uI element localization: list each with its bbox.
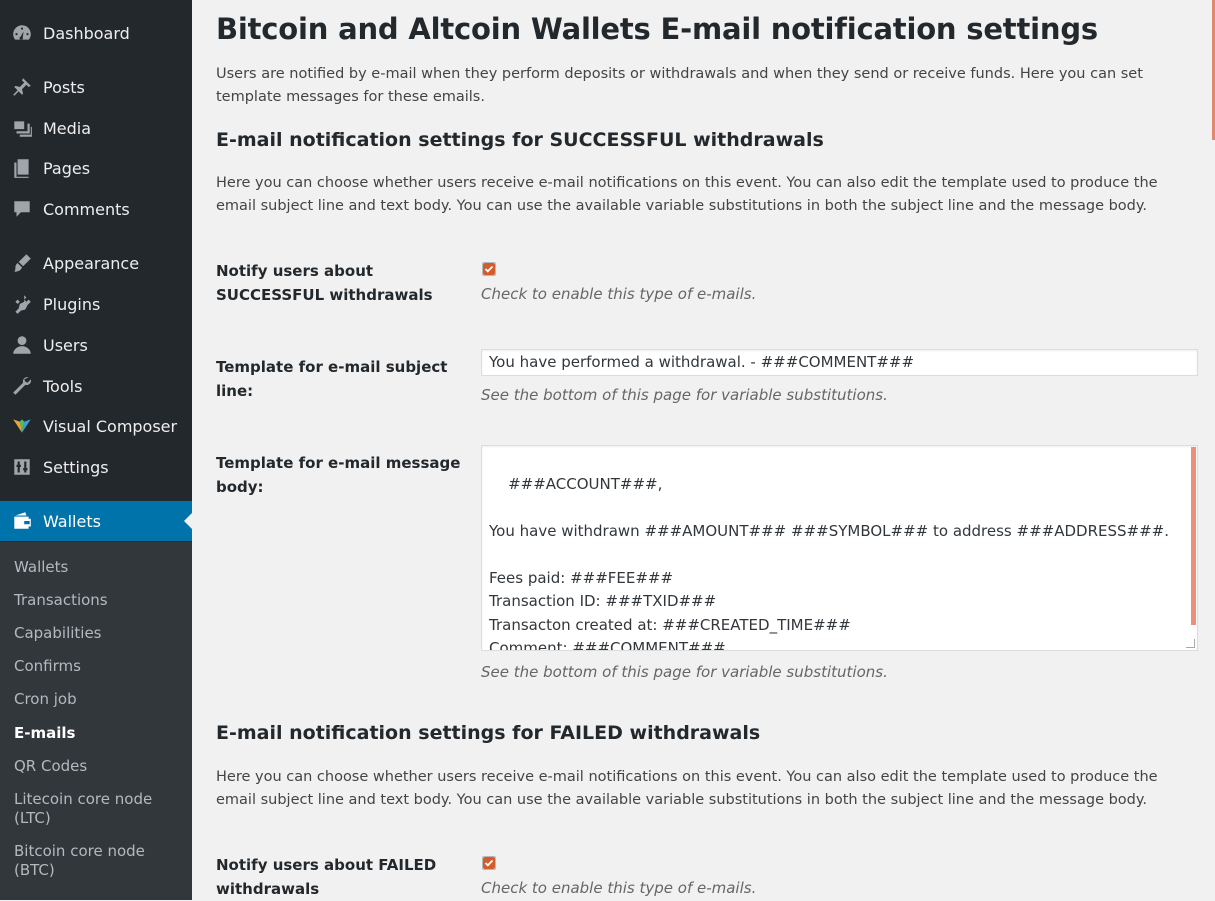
admin-sidebar: Dashboard Posts Media Pages Comments App… (0, 0, 192, 900)
sidebar-item-comments[interactable]: Comments (0, 192, 192, 226)
submenu-item-transactions[interactable]: Transactions (14, 591, 184, 610)
sidebar-item-label: Dashboard (43, 23, 130, 43)
visual-composer-icon (10, 414, 34, 438)
section-title-failed: E-mail notification settings for FAILED … (216, 722, 761, 744)
section-title-successful: E-mail notification settings for SUCCESS… (216, 129, 824, 151)
wallet-icon (10, 509, 34, 533)
notify-successful-description: Check to enable this type of e-mails. (481, 285, 757, 303)
page-title: Bitcoin and Altcoin Wallets E-mail notif… (216, 12, 1098, 46)
subject-template-description: See the bottom of this page for variable… (481, 386, 888, 404)
submenu-item-cron-job[interactable]: Cron job (14, 690, 184, 709)
submenu-item-litecoin-node[interactable]: Litecoin core node (LTC) (14, 790, 164, 828)
submenu-item-capabilities[interactable]: Capabilities (14, 624, 184, 643)
sidebar-item-users[interactable]: Users (0, 328, 192, 362)
user-icon (10, 333, 34, 357)
sidebar-item-label: Pages (43, 158, 91, 178)
sidebar-item-settings[interactable]: Settings (0, 450, 192, 484)
submenu-item-emails[interactable]: E-mails (14, 724, 184, 743)
submenu-item-wallets[interactable]: Wallets (14, 558, 184, 577)
resize-grip-icon[interactable] (1186, 639, 1195, 648)
plug-icon (10, 292, 34, 316)
section-description-successful: Here you can choose whether users receiv… (216, 175, 1158, 214)
textarea-scrollbar[interactable] (1191, 447, 1196, 625)
submenu-item-qr-codes[interactable]: QR Codes (14, 757, 184, 776)
pin-icon (10, 75, 34, 99)
subject-template-label: Template for e-mail subject line: (216, 358, 448, 400)
sidebar-item-label: Posts (43, 77, 85, 97)
media-icon (10, 116, 34, 140)
sidebar-item-label: Settings (43, 457, 109, 477)
sidebar-item-label: Plugins (43, 294, 101, 314)
sidebar-item-pages[interactable]: Pages (0, 151, 192, 185)
notify-successful-checkbox[interactable] (482, 262, 496, 276)
sidebar-item-label: Comments (43, 199, 130, 219)
submenu-item-confirms[interactable]: Confirms (14, 657, 184, 676)
notify-failed-description: Check to enable this type of e-mails. (481, 879, 757, 897)
sidebar-item-appearance[interactable]: Appearance (0, 246, 192, 280)
sidebar-item-label: Tools (43, 376, 83, 396)
active-menu-arrow (184, 513, 192, 529)
sidebar-item-visual-composer[interactable]: Visual Composer (0, 409, 192, 443)
dashboard-icon (10, 21, 34, 45)
sidebar-item-tools[interactable]: Tools (0, 369, 192, 403)
section-description-failed: Here you can choose whether users receiv… (216, 769, 1158, 808)
subject-template-input[interactable]: You have performed a withdrawal. - ###CO… (481, 349, 1198, 376)
sidebar-item-media[interactable]: Media (0, 111, 192, 145)
notify-failed-checkbox[interactable] (482, 856, 496, 870)
sidebar-item-label: Media (43, 118, 92, 138)
sidebar-item-label: Users (43, 335, 88, 355)
body-template-textarea[interactable]: ###ACCOUNT###, You have withdrawn ###AMO… (481, 445, 1198, 651)
body-template-text: ###ACCOUNT###, You have withdrawn ###AMO… (489, 475, 1169, 651)
checkmark-icon (483, 857, 495, 869)
wrench-icon (10, 374, 34, 398)
sidebar-item-label: Appearance (43, 253, 140, 273)
notify-successful-label: Notify users about SUCCESSFUL withdrawal… (216, 262, 433, 304)
sidebar-item-plugins[interactable]: Plugins (0, 287, 192, 321)
sidebar-item-posts[interactable]: Posts (0, 70, 192, 104)
body-template-description: See the bottom of this page for variable… (481, 663, 888, 681)
sidebar-item-wallets[interactable]: Wallets (0, 501, 192, 541)
body-template-label: Template for e-mail message body: (216, 454, 461, 496)
sidebar-item-dashboard[interactable]: Dashboard (0, 16, 192, 50)
checkmark-icon (483, 263, 495, 275)
sidebar-item-label: Wallets (43, 511, 101, 531)
comments-icon (10, 197, 34, 221)
pages-icon (10, 156, 34, 180)
page-intro: Users are notified by e-mail when they p… (216, 66, 1143, 105)
sidebar-item-label: Visual Composer (43, 416, 178, 436)
brush-icon (10, 251, 34, 275)
wallets-submenu: Wallets Transactions Capabilities Confir… (0, 542, 192, 900)
settings-icon (10, 455, 34, 479)
submenu-item-bitcoin-node[interactable]: Bitcoin core node (BTC) (14, 842, 154, 880)
notify-failed-label: Notify users about FAILED withdrawals (216, 856, 437, 898)
